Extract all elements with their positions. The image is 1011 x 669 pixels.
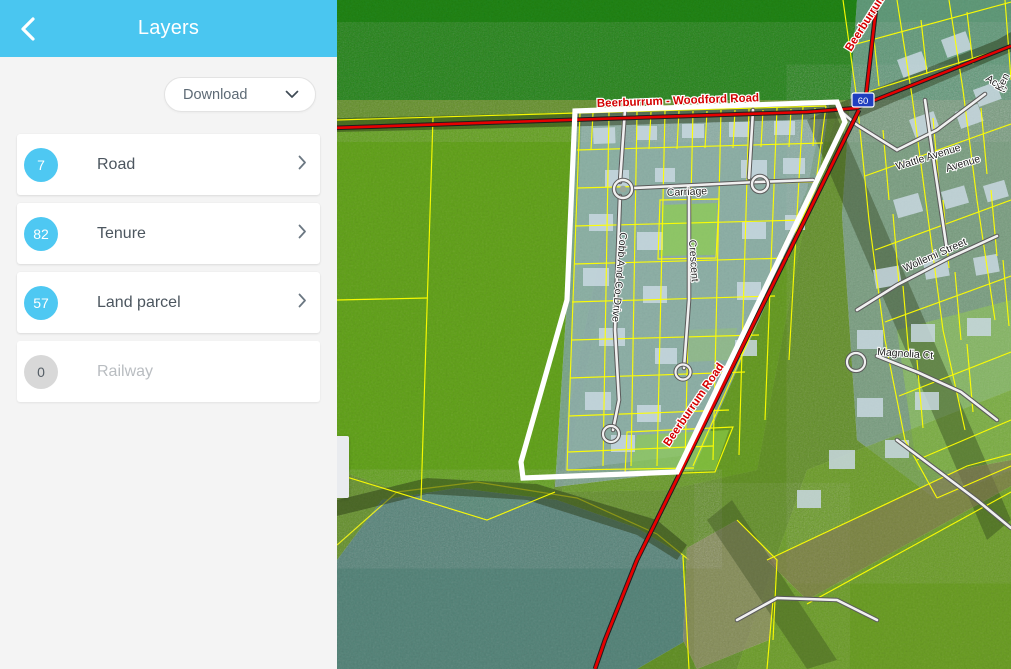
layer-item-railway: 0 Railway bbox=[17, 341, 320, 402]
map-canvas: 60 Beerburrum - Woodford Road Beerburrum… bbox=[337, 0, 1011, 669]
layer-label: Railway bbox=[97, 363, 153, 381]
download-dropdown[interactable]: Download bbox=[164, 77, 316, 112]
layer-item-road[interactable]: 7 Road bbox=[17, 134, 320, 195]
layer-count-badge: 82 bbox=[24, 217, 58, 251]
layer-item-land-parcel[interactable]: 57 Land parcel bbox=[17, 272, 320, 333]
street-label: Carriage bbox=[667, 185, 708, 199]
chevron-left-icon bbox=[19, 15, 37, 43]
road-shield: 60 bbox=[852, 93, 874, 107]
layer-label: Road bbox=[97, 156, 135, 174]
layer-count-badge: 0 bbox=[24, 355, 58, 389]
layers-sidebar: Layers Download 7 Road bbox=[0, 0, 337, 669]
chevron-right-icon bbox=[298, 224, 307, 244]
panel-header: Layers bbox=[0, 0, 337, 57]
layer-label: Land parcel bbox=[97, 294, 181, 312]
layer-count-badge: 7 bbox=[24, 148, 58, 182]
download-row: Download bbox=[0, 57, 337, 112]
sidebar-collapse-handle[interactable] bbox=[337, 436, 349, 498]
layer-count-badge: 57 bbox=[24, 286, 58, 320]
layer-label: Tenure bbox=[97, 225, 146, 243]
layer-list: 7 Road 82 Tenure 57 Land bbox=[0, 134, 337, 402]
chevron-down-icon bbox=[285, 86, 299, 104]
shield-label: 60 bbox=[858, 96, 869, 107]
chevron-right-icon bbox=[298, 155, 307, 175]
map-viewport[interactable]: 60 Beerburrum - Woodford Road Beerburrum… bbox=[337, 0, 1011, 669]
layers-map-app: Layers Download 7 Road bbox=[0, 0, 1011, 669]
layer-item-tenure[interactable]: 82 Tenure bbox=[17, 203, 320, 264]
download-label: Download bbox=[183, 87, 248, 103]
back-button[interactable] bbox=[0, 0, 56, 57]
chevron-right-icon bbox=[298, 293, 307, 313]
